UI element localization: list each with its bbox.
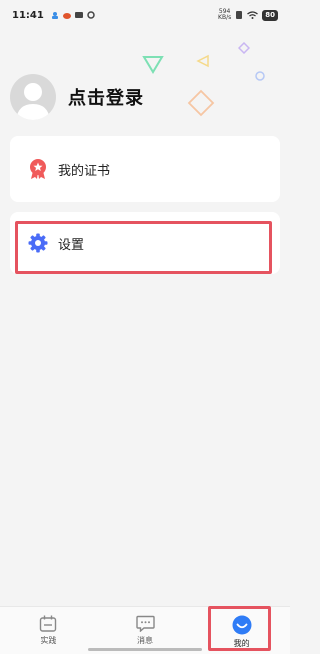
mine-tab-highlight-box: [208, 606, 271, 651]
tab-practice-label: 实践: [40, 636, 57, 645]
triangle-small-decoration-icon: [196, 54, 209, 68]
battery-indicator: 80: [262, 9, 278, 21]
tab-messages[interactable]: 消息: [97, 607, 194, 654]
wifi-icon: [247, 11, 259, 19]
circle-decoration-icon: [255, 71, 265, 81]
status-time: 11:41: [12, 9, 44, 21]
profile-header[interactable]: 点击登录: [10, 74, 144, 120]
status-bar: 11:41 594 KB/s 80: [0, 0, 290, 30]
tab-practice[interactable]: 实践: [0, 607, 97, 654]
default-avatar-icon: [16, 83, 50, 120]
app-notification-icon: [62, 13, 71, 19]
diamond-small-decoration-icon: [238, 42, 250, 54]
mail-icon: [74, 12, 83, 18]
calendar-icon: [40, 615, 57, 632]
avatar[interactable]: [10, 74, 56, 120]
login-link[interactable]: 点击登录: [68, 84, 144, 110]
sim-icon: [236, 11, 243, 19]
triangle-decoration-icon: [142, 56, 164, 74]
settings-highlight-box: [15, 221, 272, 274]
diamond-decoration-icon: [187, 89, 215, 117]
tab-messages-label: 消息: [137, 636, 153, 645]
net-speed: 594 KB/s: [218, 9, 231, 21]
certificate-label: 我的证书: [58, 163, 111, 179]
certificate-icon: [30, 159, 46, 179]
sync-icon: [87, 11, 95, 19]
status-bar-right: 594 KB/s 80: [218, 9, 278, 21]
net-speed-unit: KB/s: [218, 14, 232, 21]
notification-icon: [51, 12, 58, 19]
my-certificate-item[interactable]: 我的证书: [10, 136, 280, 202]
chat-icon: [135, 615, 155, 632]
status-bar-left: 11:41: [12, 10, 95, 21]
home-indicator[interactable]: [88, 648, 202, 651]
